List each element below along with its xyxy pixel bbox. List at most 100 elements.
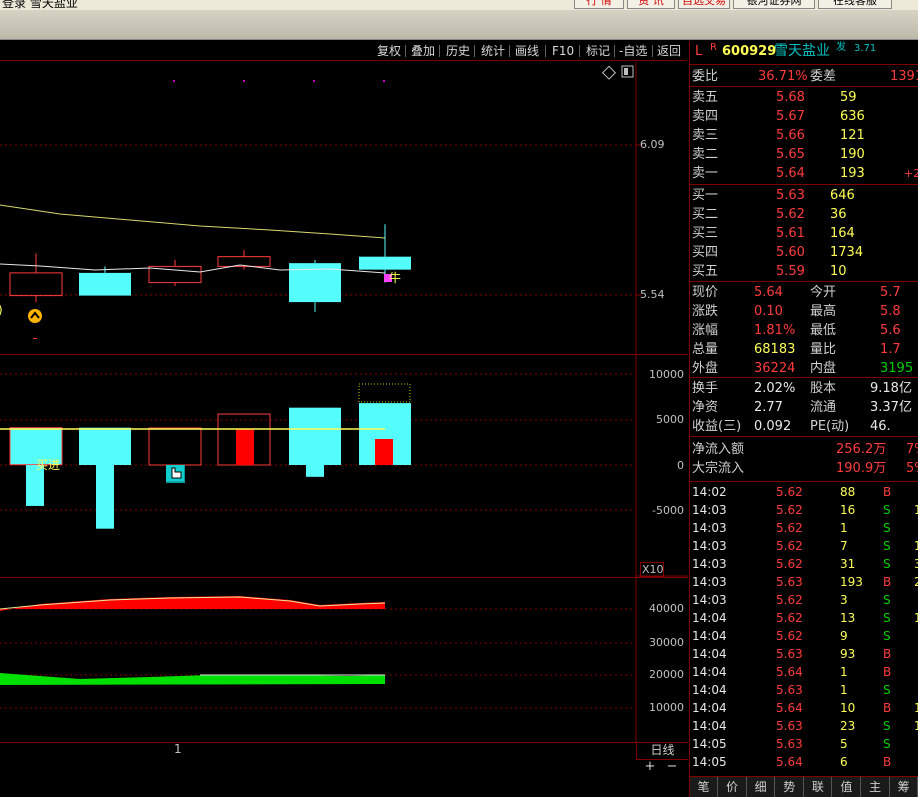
x-tick-label: 1 bbox=[174, 742, 182, 756]
period-button[interactable]: 日线 bbox=[636, 742, 688, 760]
title-bar: 登录 雪天盐业 行 情 资 讯 自选交易 银河证券网 在线客服 bbox=[0, 0, 918, 10]
broker-link-button[interactable]: 银河证券网 bbox=[733, 0, 815, 9]
ask-row: 卖一 5.64 193 +2 bbox=[692, 166, 918, 181]
fund-flow-chart[interactable]: 买进 bbox=[0, 355, 688, 577]
share-stat-row: 换手 2.02% 股本 9.18亿 bbox=[692, 381, 912, 396]
statistics-button[interactable]: 统计 bbox=[481, 43, 505, 59]
lower-indicator-chart[interactable]: . bbox=[0, 578, 688, 743]
inflow-bar-1 bbox=[79, 427, 131, 465]
tab-0[interactable]: 笔 bbox=[690, 777, 718, 797]
share-stat-row: 收益(三) 0.092 PE(动) 46. bbox=[692, 419, 891, 434]
draw-line-button[interactable]: 画线 bbox=[515, 43, 539, 59]
fuquan-button[interactable]: 复权 bbox=[377, 43, 401, 59]
tab-1[interactable]: 价 bbox=[719, 777, 747, 797]
low-y-label-30000: 30000 bbox=[649, 636, 684, 649]
tick-row: 14:03 5.62 1 S bbox=[692, 521, 891, 535]
tab-7[interactable]: 筹 bbox=[890, 777, 918, 797]
y-label-top: 6.09 bbox=[640, 138, 665, 151]
ask-row: 卖四 5.67 636 bbox=[692, 109, 865, 124]
tab-3[interactable]: 势 bbox=[776, 777, 804, 797]
f10-button[interactable]: F10 bbox=[552, 43, 574, 59]
buy-annotation: 买进 bbox=[36, 458, 60, 472]
big-order-bar-5 bbox=[375, 439, 393, 465]
zoom-out-button[interactable]: − bbox=[665, 760, 679, 774]
history-button[interactable]: 历史 bbox=[446, 43, 470, 59]
fund-flow-row: 大宗流入190.9万5% bbox=[692, 461, 918, 476]
low-y-label-40000: 40000 bbox=[649, 602, 684, 615]
inflow-frame-2 bbox=[148, 427, 202, 466]
low-y-label-10000: 10000 bbox=[649, 701, 684, 714]
diamond-icon bbox=[601, 65, 617, 80]
outflow-bar-1 bbox=[96, 465, 114, 529]
low-y-label-20000: 20000 bbox=[649, 668, 684, 681]
tick-row: 14:04 5.64 10 B 1 bbox=[692, 701, 918, 715]
trade-button[interactable]: 自选交易 bbox=[678, 0, 730, 9]
candle-body-3 bbox=[217, 256, 271, 267]
online-service-button[interactable]: 在线客服 bbox=[818, 0, 892, 9]
ask-row: 卖三 5.66 121 bbox=[692, 128, 865, 143]
tick-row: 14:03 5.62 16 S 1 bbox=[692, 503, 918, 517]
vol-y-label-10000: 10000 bbox=[649, 368, 684, 381]
tick-row: 14:05 5.64 6 B bbox=[692, 755, 892, 769]
candle-body-1 bbox=[79, 272, 131, 296]
tick-row: 14:03 5.62 3 S bbox=[692, 593, 891, 607]
tick-row: 14:02 5.62 88 B bbox=[692, 485, 892, 499]
bid-row: 买五 5.59 10 bbox=[692, 264, 847, 279]
weibi-row: 委比 36.71% 委差 1391 bbox=[692, 69, 918, 84]
fund-flow-row: 净流入额256.2万7% bbox=[692, 442, 918, 457]
back-button[interactable]: 返回 bbox=[657, 43, 681, 59]
price-stat-row: 外盘 36224 内盘 3195 bbox=[692, 361, 914, 376]
news-button[interactable]: 资 讯 bbox=[627, 0, 675, 9]
bid-row: 买三 5.61 164 bbox=[692, 226, 855, 241]
chart-toolbar: 复权 叠加 历史 统计 画线 F10 标记 -自选 返回 bbox=[0, 41, 687, 61]
ask-row: 卖五 5.68 59 bbox=[692, 90, 857, 105]
tick-row: 14:03 5.62 31 S 3 bbox=[692, 557, 918, 571]
svg-text:): ) bbox=[0, 303, 3, 317]
outflow-bar-4 bbox=[306, 465, 324, 477]
app-window: 登录 雪天盐业 行 情 资 讯 自选交易 银河证券网 在线客服 复权 叠加 历史… bbox=[0, 0, 918, 797]
big-order-bar-3 bbox=[236, 429, 254, 465]
tab-4[interactable]: 联 bbox=[804, 777, 833, 797]
stock-code: 600929 bbox=[722, 44, 777, 59]
candle-body-0 bbox=[9, 272, 63, 297]
tick-row: 14:04 5.63 1 S bbox=[692, 683, 891, 697]
tick-row: 14:03 5.62 7 S 1 bbox=[692, 539, 918, 553]
bid-row: 买一 5.63 646 bbox=[692, 188, 855, 203]
tick-row: 14:03 5.63 193 B 2 bbox=[692, 575, 918, 589]
multiplier-label: X10 bbox=[640, 562, 664, 577]
price-stat-row: 总量 68183 量比 1.7 bbox=[692, 342, 901, 357]
vol-y-label-neg5000: -5000 bbox=[652, 504, 684, 517]
tick-row: 14:05 5.63 5 S bbox=[692, 737, 891, 751]
price-stat-row: 现价 5.64 今开 5.7 bbox=[692, 285, 901, 300]
flag-r: R bbox=[710, 42, 717, 53]
watchlist-button[interactable]: -自选 bbox=[619, 43, 647, 59]
quote-button[interactable]: 行 情 bbox=[574, 0, 624, 9]
bull-marker-label: 牛 bbox=[389, 270, 401, 285]
ma-line-yellow bbox=[0, 204, 386, 239]
y-label-bottom: 5.54 bbox=[640, 288, 665, 301]
window-title: 登录 雪天盐业 bbox=[2, 0, 78, 10]
buy-signal-icon bbox=[28, 309, 42, 323]
candlestick-chart[interactable]: 牛 ) bbox=[0, 62, 688, 354]
mark-button[interactable]: 标记 bbox=[586, 43, 610, 59]
zoom-in-button[interactable]: + bbox=[643, 760, 657, 774]
tab-2[interactable]: 细 bbox=[747, 777, 776, 797]
quote-panel: L R 600929 雪天盐业 发 3.71 委比 36.71% 委差 1391… bbox=[689, 41, 918, 797]
tab-5[interactable]: 值 bbox=[833, 777, 861, 797]
share-stat-row: 净资 2.77 流通 3.37亿 bbox=[692, 400, 912, 415]
tick-row: 14:04 5.64 1 B bbox=[692, 665, 892, 679]
tick-row: 14:04 5.62 9 S bbox=[692, 629, 891, 643]
stock-name: 雪天盐业 bbox=[774, 43, 830, 59]
ask-row: 卖二 5.65 190 bbox=[692, 147, 865, 162]
bottom-strip bbox=[0, 774, 688, 797]
price-stat-row: 涨跌 0.10 最高 5.8 bbox=[692, 304, 901, 319]
bid-row: 买二 5.62 36 bbox=[692, 207, 847, 222]
vol-y-label-5000: 5000 bbox=[656, 413, 684, 426]
tick-row: 14:04 5.63 93 B bbox=[692, 647, 892, 661]
tab-6[interactable]: 主 bbox=[862, 777, 890, 797]
tick-row: 14:04 5.62 13 S 1 bbox=[692, 611, 918, 625]
quote-tabs: 笔价细势联值主筹 bbox=[690, 776, 918, 797]
overlay-button[interactable]: 叠加 bbox=[411, 43, 435, 59]
inflow-bar-4 bbox=[289, 407, 341, 465]
quote-header: L R 600929 雪天盐业 发 3.71 bbox=[690, 42, 918, 62]
